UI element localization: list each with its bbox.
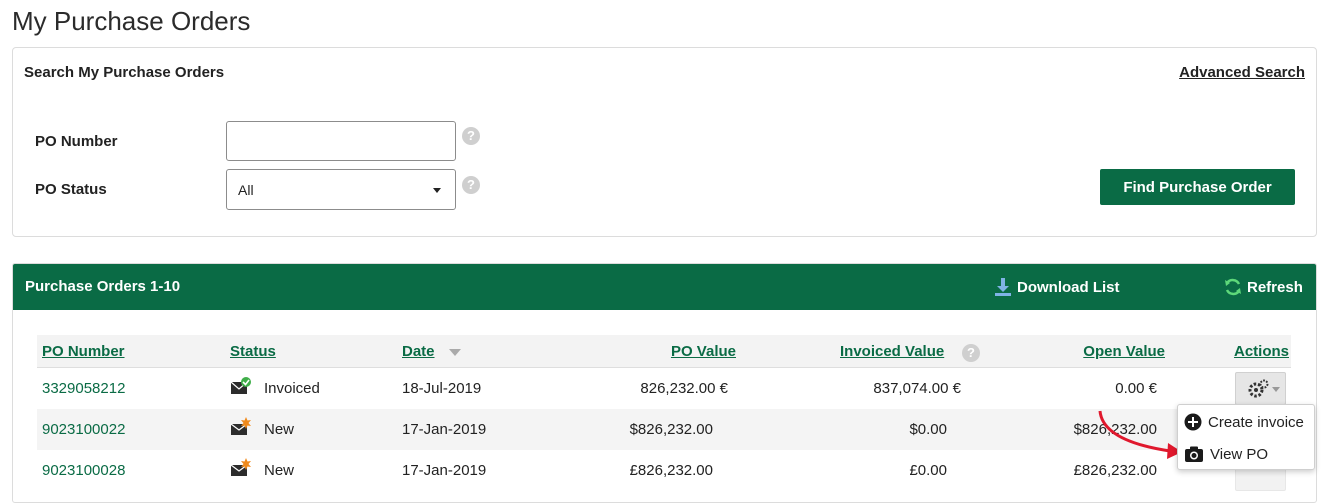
invoiced-mail-icon: [230, 377, 251, 394]
col-invoiced-value[interactable]: Invoiced Value: [840, 343, 944, 360]
sort-down-icon: [449, 349, 461, 356]
camera-icon: [1185, 446, 1203, 462]
po-value-text: $826,232.00: [629, 421, 713, 438]
invoiced-value-text: $0.00: [909, 421, 947, 438]
status-text: New: [264, 421, 295, 438]
download-list-label: Download List: [1017, 278, 1120, 296]
po-number-help-icon[interactable]: ?: [462, 127, 480, 145]
find-purchase-order-button[interactable]: Find Purchase Order: [1100, 169, 1295, 205]
refresh-icon: [1225, 278, 1241, 296]
annotation-arrow: [1098, 410, 1182, 459]
po-status-value: All: [238, 182, 254, 198]
caret-down-icon: [433, 188, 441, 193]
refresh-button[interactable]: Refresh: [1223, 277, 1303, 297]
col-po-value[interactable]: PO Value: [671, 343, 736, 360]
create-invoice-menu-item[interactable]: Create invoice: [1184, 408, 1304, 436]
col-po-number[interactable]: PO Number: [42, 343, 125, 360]
search-panel: Search My Purchase Orders Advanced Searc…: [12, 47, 1317, 237]
date-text: 17-Jan-2019: [402, 421, 487, 438]
col-actions[interactable]: Actions: [1234, 343, 1289, 360]
download-icon: [995, 278, 1011, 296]
table-row: 3329058212 Invoiced 18-Jul-2019 826,232.…: [37, 368, 1291, 409]
orders-panel: Purchase Orders 1-10 Download List Refre…: [12, 263, 1317, 503]
status-text: New: [264, 462, 295, 479]
advanced-search-link[interactable]: Advanced Search: [1179, 64, 1305, 81]
col-date[interactable]: Date: [402, 343, 435, 360]
view-po-menu-item[interactable]: View PO: [1184, 440, 1268, 468]
search-title: Search My Purchase Orders: [24, 64, 225, 81]
new-mail-icon: [230, 458, 251, 476]
invoiced-value-text: 837,074.00 €: [873, 380, 961, 397]
gear-icon: [1248, 379, 1280, 398]
po-number-label: PO Number: [35, 133, 118, 150]
po-status-help-icon[interactable]: ?: [462, 176, 480, 194]
po-status-select[interactable]: All: [226, 169, 456, 210]
po-value-text: £826,232.00: [629, 462, 713, 479]
invoiced-value-text: £0.00: [909, 462, 947, 479]
new-mail-icon: [230, 417, 251, 435]
po-number-link[interactable]: 9023100028: [42, 462, 125, 479]
date-text: 17-Jan-2019: [402, 462, 487, 479]
actions-gear-button[interactable]: [1235, 372, 1286, 405]
table-header: PO Number Status Date PO Value Invoiced …: [37, 335, 1291, 368]
po-number-link[interactable]: 3329058212: [42, 380, 125, 397]
create-invoice-label: Create invoice: [1208, 413, 1304, 431]
open-value-text: £826,232.00: [1073, 462, 1157, 479]
po-number-link[interactable]: 9023100022: [42, 421, 125, 438]
refresh-label: Refresh: [1247, 278, 1303, 296]
download-list-button[interactable]: Download List: [993, 277, 1120, 297]
invoiced-value-help-icon[interactable]: ?: [962, 344, 980, 362]
col-status[interactable]: Status: [230, 343, 276, 360]
po-status-label: PO Status: [35, 181, 107, 198]
plus-circle-icon: [1184, 413, 1202, 431]
col-open-value[interactable]: Open Value: [1083, 343, 1165, 360]
view-po-label: View PO: [1210, 445, 1269, 463]
actions-menu: Create invoice View PO: [1177, 404, 1315, 470]
orders-title: Purchase Orders 1-10: [25, 278, 181, 295]
orders-header: Purchase Orders 1-10 Download List Refre…: [13, 264, 1316, 310]
po-value-text: 826,232.00 €: [640, 380, 728, 397]
status-text: Invoiced: [264, 380, 320, 397]
open-value-text: 0.00 €: [1115, 380, 1157, 397]
date-text: 18-Jul-2019: [402, 380, 482, 397]
po-number-input[interactable]: [226, 121, 456, 161]
page-title: My Purchase Orders: [12, 6, 251, 36]
